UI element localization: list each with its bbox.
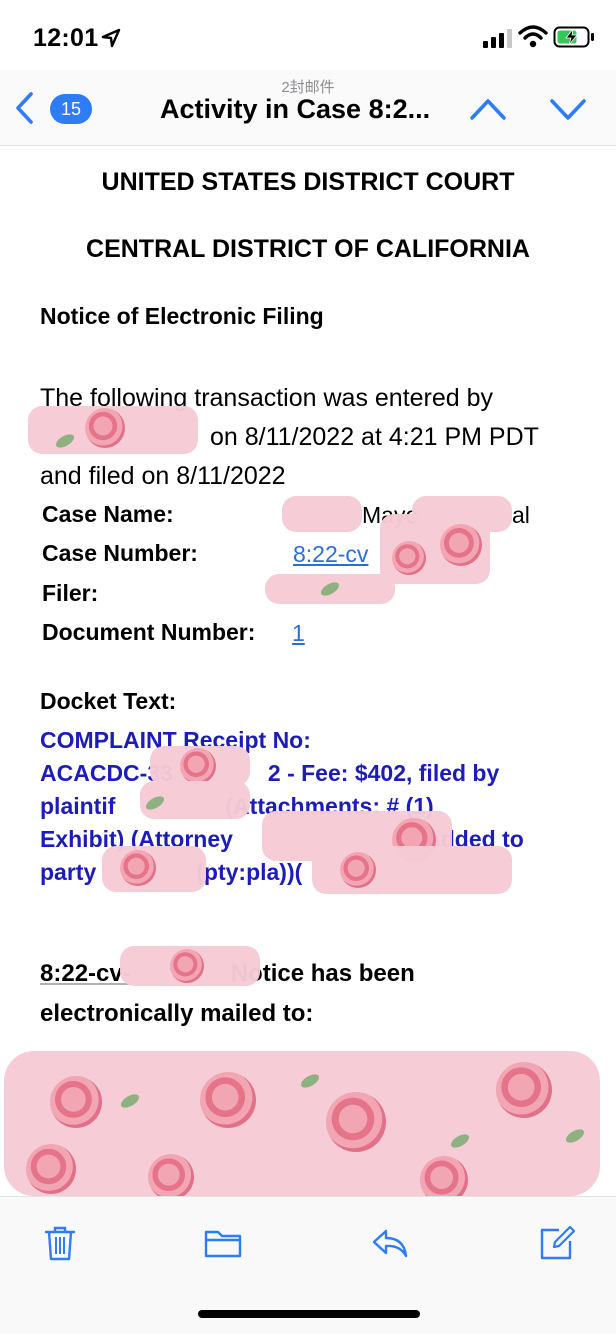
court-district: CENTRAL DISTRICT OF CALIFORNIA — [86, 235, 530, 263]
unread-count-badge[interactable]: 15 — [50, 94, 92, 124]
home-indicator[interactable] — [198, 1310, 420, 1318]
rose-decoration — [200, 1072, 256, 1128]
rose-decoration — [420, 1156, 468, 1196]
trash-icon[interactable] — [40, 1223, 80, 1263]
docket-line-5b: (pty:pla))( — [196, 859, 303, 885]
rose-decoration — [85, 408, 125, 448]
message-subject-title: Activity in Case 8:2... — [160, 94, 431, 124]
location-arrow-icon — [101, 28, 121, 48]
chevron-down-icon[interactable] — [548, 94, 588, 124]
rose-decoration — [326, 1092, 386, 1152]
wifi-icon — [518, 25, 548, 48]
case-name-label: Case Name: — [42, 501, 174, 527]
message-nav-bar: 2封邮件 15 Activity in Case 8:2... — [0, 70, 616, 146]
document-number-label: Document Number: — [42, 619, 256, 645]
court-name: UNITED STATES DISTRICT COURT — [101, 168, 515, 196]
battery-charging-icon — [553, 26, 594, 48]
email-body[interactable]: UNITED STATES DISTRICT COURT CENTRAL DIS… — [0, 146, 616, 1196]
document-number-link[interactable]: 1 — [292, 620, 305, 647]
docket-line-2: ACACDC-33 2 - Fee: $402, filed by — [40, 757, 580, 790]
rose-decoration — [120, 850, 156, 886]
case-name-suffix: al — [512, 502, 530, 528]
rose-decoration — [392, 541, 426, 575]
rose-decoration — [496, 1062, 552, 1118]
rose-decoration — [148, 1154, 194, 1196]
status-time: 12:01 — [33, 24, 99, 52]
docket-text-label: Docket Text: — [40, 688, 177, 714]
rose-decoration — [440, 524, 482, 566]
chevron-up-icon[interactable] — [468, 94, 508, 124]
rose-decoration — [180, 748, 216, 784]
case-number-label: Case Number: — [42, 540, 198, 566]
status-bar: 12:01 — [0, 0, 616, 70]
mailed-line-2: electronically mailed to: — [40, 1000, 314, 1027]
filer-label: Filer: — [42, 580, 99, 606]
docket-line-3a: plaintif — [40, 793, 116, 819]
rose-decoration — [50, 1076, 102, 1128]
docket-line-2b: 2 - Fee: $402, filed by — [267, 760, 500, 786]
reply-icon[interactable] — [370, 1223, 410, 1263]
rose-decoration — [26, 1144, 76, 1194]
chevron-left-icon[interactable] — [12, 90, 36, 126]
redaction-sticker — [282, 496, 362, 532]
docket-line-1: COMPLAINT Receipt No: — [40, 727, 311, 753]
docket-line-5a: party — [40, 859, 97, 885]
rose-decoration — [170, 949, 204, 983]
rose-decoration — [340, 852, 376, 888]
intro-line-3: and filed on 8/11/2022 — [40, 462, 286, 490]
mailed-case-ref: 8:22-cv- — [40, 960, 131, 987]
cellular-signal-icon — [483, 29, 512, 48]
case-number-link[interactable]: 8:22-cv — [293, 541, 368, 568]
notice-title: Notice of Electronic Filing — [40, 303, 324, 329]
folder-icon[interactable] — [203, 1223, 243, 1263]
compose-icon[interactable] — [537, 1223, 577, 1263]
